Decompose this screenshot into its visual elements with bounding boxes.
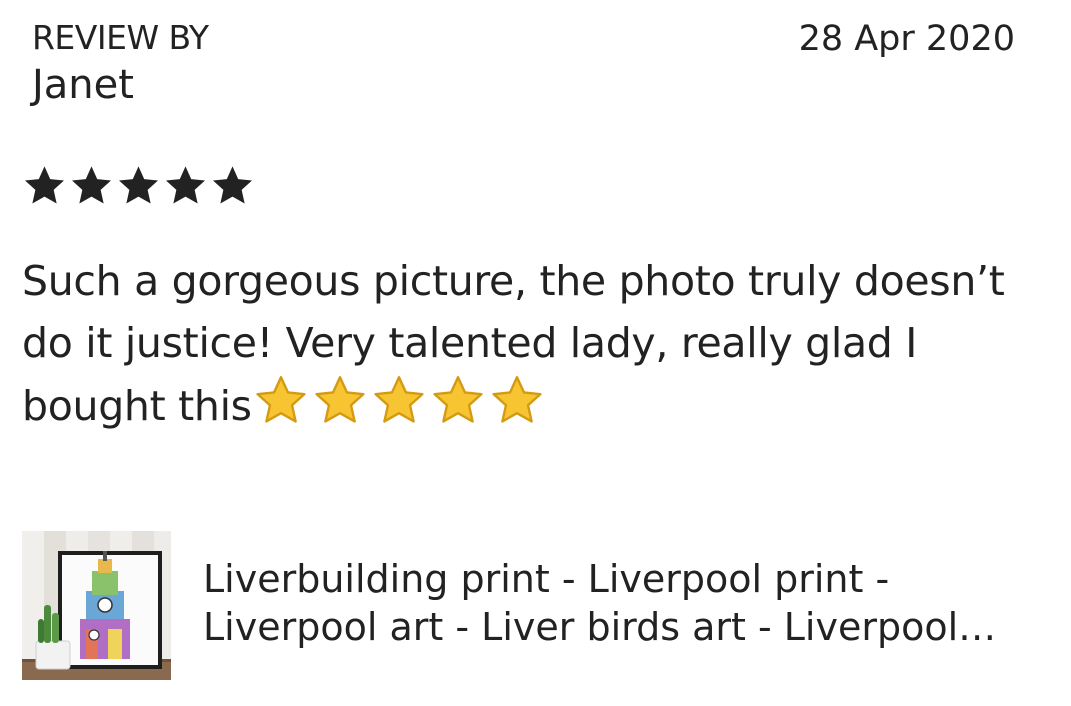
review-text: Such a gorgeous picture, the photo truly… xyxy=(22,250,1032,437)
reviewer-name[interactable]: Janet xyxy=(32,62,134,108)
star-emoji-icon xyxy=(492,376,542,423)
star-icon xyxy=(72,166,111,204)
emoji-stars xyxy=(252,374,546,426)
product-title[interactable]: Liverbuilding print - Liverpool print - … xyxy=(203,555,1023,651)
star-icon xyxy=(119,166,158,204)
review-date: 28 Apr 2020 xyxy=(798,19,1015,59)
star-icon xyxy=(25,166,64,204)
product-thumbnail[interactable] xyxy=(22,531,171,680)
star-icon xyxy=(213,166,252,204)
star-emoji-icon xyxy=(315,376,365,423)
star-rating xyxy=(22,163,255,209)
product-card[interactable]: Liverbuilding print - Liverpool print - … xyxy=(22,531,1042,681)
star-emoji-icon xyxy=(374,376,424,423)
star-icon xyxy=(166,166,205,204)
review-by-label: REVIEW BY xyxy=(32,18,209,57)
star-emoji-icon xyxy=(256,376,306,423)
star-emoji-icon xyxy=(433,376,483,423)
